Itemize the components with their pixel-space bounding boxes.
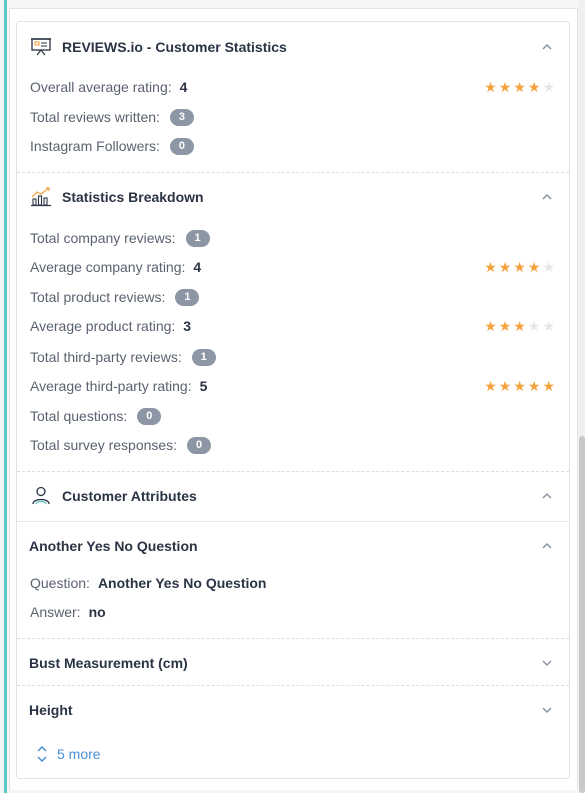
attributes-title: Customer Attributes <box>62 488 197 504</box>
survey-responses-label: Total survey responses: <box>30 437 178 453</box>
star-filled-icon: ★ <box>484 79 497 95</box>
chevron-up-icon[interactable] <box>541 490 553 502</box>
star-filled-icon: ★ <box>527 79 541 95</box>
product-rating-row: Average product rating: 3 ★ ★ ★ ★ ★ <box>30 316 555 336</box>
third-party-reviews-badge: 1 <box>191 348 216 366</box>
third-party-rating-stars: ★ ★ ★ ★ ★ <box>484 379 555 393</box>
star-filled-icon: ★ <box>527 378 541 394</box>
company-rating-value: 4 <box>193 259 202 275</box>
product-reviews-row: Total product reviews: 1 <box>30 287 555 307</box>
attribute-item-title: Another Yes No Question <box>29 538 198 554</box>
question-value: Another Yes No Question <box>97 575 267 591</box>
divider <box>17 685 569 686</box>
reviews-stats-title: REVIEWS.io - Customer Statistics <box>62 39 287 55</box>
product-reviews-badge: 1 <box>175 288 200 306</box>
chevron-up-icon[interactable] <box>541 41 553 53</box>
total-questions-badge: 0 <box>137 407 162 425</box>
third-party-rating-row: Average third-party rating: 5 ★ ★ ★ ★ ★ <box>30 376 555 396</box>
chevron-down-icon[interactable] <box>541 704 553 716</box>
divider <box>17 471 569 472</box>
overall-rating-value: 4 <box>179 79 188 95</box>
show-more-button[interactable]: 5 more <box>37 746 101 762</box>
divider <box>17 172 569 173</box>
total-reviews-badge: 3 <box>169 108 194 126</box>
company-reviews-label: Total company reviews: <box>30 230 176 246</box>
breakdown-title: Statistics Breakdown <box>62 189 204 205</box>
star-empty-icon: ★ <box>542 259 555 275</box>
total-reviews-label: Total reviews written: <box>30 109 160 125</box>
product-rating-label: Average product rating: <box>30 318 176 334</box>
total-questions-label: Total questions: <box>30 408 128 424</box>
accent-bar <box>4 0 7 793</box>
third-party-rating-label: Average third-party rating: <box>30 378 192 394</box>
app-frame: REVIEWS.io - Customer Statistics Overall… <box>0 0 585 793</box>
third-party-rating-value: 5 <box>199 378 208 394</box>
overall-rating-row: Overall average rating: 4 ★ ★ ★ ★ ★ <box>30 77 555 97</box>
show-more-label: 5 more <box>57 746 101 762</box>
product-reviews-label: Total product reviews: <box>30 289 166 305</box>
star-filled-icon: ★ <box>527 259 541 275</box>
survey-responses-row: Total survey responses: 0 <box>30 435 555 455</box>
company-rating-label: Average company rating: <box>30 259 186 275</box>
question-row: Question: Another Yes No Question <box>30 573 555 593</box>
star-filled-icon: ★ <box>513 378 526 394</box>
attribute-item-header[interactable]: Another Yes No Question <box>29 536 555 556</box>
scrollbar-track[interactable] <box>579 0 585 793</box>
answer-label: Answer: <box>30 604 81 620</box>
attributes-header[interactable]: Customer Attributes <box>30 485 197 507</box>
chevron-down-icon[interactable] <box>541 657 553 669</box>
instagram-followers-label: Instagram Followers: <box>30 138 160 154</box>
star-filled-icon: ★ <box>498 318 512 334</box>
star-empty-icon: ★ <box>527 318 541 334</box>
third-party-reviews-label: Total third-party reviews: <box>30 349 182 365</box>
instagram-followers-row: Instagram Followers: 0 <box>30 136 555 156</box>
presentation-board-icon <box>30 36 52 58</box>
star-filled-icon: ★ <box>513 318 526 334</box>
company-reviews-badge: 1 <box>185 229 210 247</box>
attribute-height-header[interactable]: Height <box>29 700 555 720</box>
overall-rating-label: Overall average rating: <box>30 79 172 95</box>
chevron-up-icon[interactable] <box>541 191 553 203</box>
company-rating-stars: ★ ★ ★ ★ ★ <box>484 260 555 274</box>
expand-vertical-icon <box>37 746 47 762</box>
reviews-stats-header[interactable]: REVIEWS.io - Customer Statistics <box>30 36 287 58</box>
star-filled-icon: ★ <box>484 259 497 275</box>
product-rating-stars: ★ ★ ★ ★ ★ <box>484 319 555 333</box>
star-filled-icon: ★ <box>498 259 512 275</box>
attribute-bust-header[interactable]: Bust Measurement (cm) <box>29 653 555 673</box>
divider <box>17 521 569 522</box>
third-party-reviews-row: Total third-party reviews: 1 <box>30 347 555 367</box>
instagram-followers-badge: 0 <box>169 137 194 155</box>
chevron-up-icon[interactable] <box>541 540 553 552</box>
company-reviews-row: Total company reviews: 1 <box>30 228 555 248</box>
bar-chart-trend-icon <box>30 186 52 208</box>
user-profile-icon <box>30 485 52 507</box>
product-rating-value: 3 <box>183 318 192 334</box>
breakdown-header[interactable]: Statistics Breakdown <box>30 186 204 208</box>
answer-value: no <box>88 604 106 620</box>
star-filled-icon: ★ <box>542 378 555 394</box>
star-filled-icon: ★ <box>484 318 497 334</box>
company-rating-row: Average company rating: 4 ★ ★ ★ ★ ★ <box>30 257 555 277</box>
attribute-height-title: Height <box>29 702 73 718</box>
star-empty-icon: ★ <box>542 318 555 334</box>
divider <box>17 638 569 639</box>
question-label: Question: <box>30 575 90 591</box>
star-filled-icon: ★ <box>484 378 497 394</box>
star-filled-icon: ★ <box>498 79 512 95</box>
star-filled-icon: ★ <box>513 259 526 275</box>
total-reviews-row: Total reviews written: 3 <box>30 107 555 127</box>
survey-responses-badge: 0 <box>187 436 212 454</box>
overall-rating-stars: ★ ★ ★ ★ ★ <box>484 80 555 94</box>
answer-row: Answer: no <box>30 602 555 622</box>
scrollbar-thumb[interactable] <box>579 436 585 793</box>
star-filled-icon: ★ <box>498 378 512 394</box>
customer-card: REVIEWS.io - Customer Statistics Overall… <box>16 21 570 779</box>
total-questions-row: Total questions: 0 <box>30 406 555 426</box>
attribute-bust-title: Bust Measurement (cm) <box>29 655 188 671</box>
star-empty-icon: ★ <box>542 79 555 95</box>
star-filled-icon: ★ <box>513 79 526 95</box>
